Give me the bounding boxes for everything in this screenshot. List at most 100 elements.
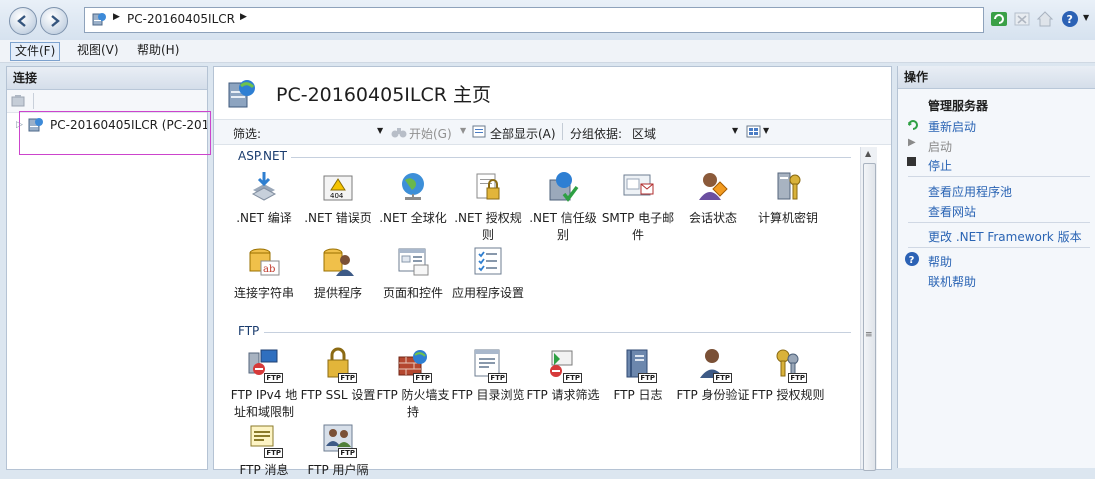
feature-ftp-directory-browsing[interactable]: FTP FTP 目录浏览 <box>450 347 526 404</box>
page-title: PC-20160405ILCR 主页 <box>276 84 491 106</box>
start-icon: ▶ <box>908 137 916 148</box>
group-divider <box>291 157 851 158</box>
help-dropdown-icon[interactable]: ▼ <box>1083 13 1089 22</box>
back-button[interactable] <box>9 7 37 35</box>
feature-net-error-pages[interactable]: 404 .NET 错误页 <box>300 170 376 227</box>
trust-level-icon <box>549 172 579 202</box>
globe-icon <box>402 173 424 200</box>
filter-toolbar: 筛选: ▼ 开始(G) ▼ 全部显示(A) 分组依据: 区域 ▼ ▼ <box>214 119 891 145</box>
connections-pane: 连接 ▷ PC-20160405ILCR (PC-2016 <box>6 66 211 470</box>
feature-ftp-firewall-support[interactable]: FTP FTP 防火墙支持 <box>375 347 451 421</box>
breadcrumb-arrow-icon: ▶ <box>113 12 120 22</box>
feature-net-trust-levels[interactable]: .NET 信任级别 <box>525 170 601 244</box>
ftp-badge: FTP <box>338 448 357 458</box>
feature-machine-key[interactable]: 计算机密钥 <box>750 170 826 227</box>
ftp-badge: FTP <box>338 373 357 383</box>
feature-ftp-ipv4-restrictions[interactable]: FTP FTP IPv4 地址和域限制 <box>226 347 302 421</box>
refresh-icon[interactable] <box>990 10 1008 28</box>
change-framework-link[interactable]: 更改 .NET Framework 版本 <box>928 228 1082 245</box>
view-mode-dropdown-icon[interactable]: ▼ <box>763 126 769 135</box>
start-dropdown-icon[interactable]: ▼ <box>460 126 466 135</box>
breadcrumb-arrow-icon[interactable]: ▶ <box>240 12 247 22</box>
feature-ftp-authorization-rules[interactable]: FTP FTP 授权规则 <box>750 347 826 404</box>
svg-text:ab: ab <box>263 264 275 275</box>
separator <box>908 222 1090 223</box>
feature-smtp-email[interactable]: SMTP 电子邮件 <box>600 170 676 244</box>
svg-text:404: 404 <box>330 192 344 200</box>
ftp-badge: FTP <box>638 373 657 383</box>
feature-ftp-messages[interactable]: FTP FTP 消息 <box>226 422 302 479</box>
feature-ftp-ssl-settings[interactable]: FTP FTP SSL 设置 <box>300 347 376 404</box>
scrollbar-thumb[interactable]: ≡ <box>863 163 876 471</box>
address-field[interactable]: ▶ PC-20160405ILCR ▶ <box>84 7 984 33</box>
online-help-link[interactable]: 联机帮助 <box>928 273 976 290</box>
address-path: PC-20160405ILCR <box>127 12 235 26</box>
menu-view[interactable]: 视图(V) <box>73 42 123 59</box>
home-icon[interactable] <box>1036 10 1054 28</box>
start-filter-button[interactable]: 开始(G) <box>409 125 452 142</box>
feature-ftp-logging[interactable]: FTP FTP 日志 <box>600 347 676 404</box>
feature-ftp-authentication[interactable]: FTP FTP 身份验证 <box>675 347 751 404</box>
session-state-icon <box>699 173 728 200</box>
manage-server-header: 管理服务器 <box>928 99 989 113</box>
error-page-icon: 404 <box>323 175 353 201</box>
feature-pages-and-controls[interactable]: 页面和控件 <box>375 245 451 302</box>
help-icon[interactable]: ? <box>1061 10 1079 28</box>
stop-icon <box>907 157 916 166</box>
vertical-scrollbar[interactable]: ▲ ≡ <box>860 147 877 471</box>
ftp-badge: FTP <box>264 448 283 458</box>
home-pane: PC-20160405ILCR 主页 筛选: ▼ 开始(G) ▼ 全部显示(A)… <box>213 66 892 477</box>
feature-application-settings[interactable]: 应用程序设置 <box>450 245 526 302</box>
menu-file[interactable]: 文件(F) <box>10 42 61 61</box>
connections-header: 连接 <box>7 67 207 90</box>
group-by-label: 分组依据: <box>570 127 623 141</box>
actions-pane: 操作 管理服务器 重新启动 ▶ 启动 停止 查看应用程序池 查看网站 更改 .N… <box>897 66 1095 468</box>
feature-net-globalization[interactable]: .NET 全球化 <box>375 170 451 227</box>
view-app-pools-link[interactable]: 查看应用程序池 <box>928 183 1012 200</box>
stop-link[interactable]: 停止 <box>928 157 952 174</box>
server-icon <box>92 13 106 26</box>
machine-key-icon <box>777 172 801 200</box>
grip-icon: ≡ <box>865 330 873 340</box>
view-mode-icon[interactable] <box>746 125 762 139</box>
compile-icon <box>251 172 277 201</box>
restart-icon <box>908 120 918 130</box>
tree-node-server[interactable]: PC-20160405ILCR (PC-2016 <box>50 118 207 132</box>
scroll-up-icon[interactable]: ▲ <box>865 149 871 158</box>
svg-text:?: ? <box>1067 13 1073 26</box>
group-header-ftp: FTP <box>238 324 260 338</box>
menu-bar: 文件(F) 视图(V) 帮助(H) <box>0 40 1095 63</box>
connection-string-icon: ab <box>249 248 280 276</box>
svg-text:?: ? <box>909 255 915 266</box>
actions-header: 操作 <box>898 66 1095 89</box>
feature-net-authorization-rules[interactable]: .NET 授权规则 <box>450 170 526 244</box>
ftp-badge: FTP <box>413 373 432 383</box>
filter-input[interactable] <box>267 122 384 140</box>
separator <box>908 247 1090 248</box>
group-divider <box>264 332 851 333</box>
restart-link[interactable]: 重新启动 <box>928 118 976 135</box>
feature-net-compilation[interactable]: .NET 编译 <box>226 170 302 227</box>
show-all-button[interactable]: 全部显示(A) <box>490 125 556 142</box>
help-link[interactable]: 帮助 <box>928 253 952 270</box>
filter-dropdown-icon[interactable]: ▼ <box>377 126 383 135</box>
feature-connection-strings[interactable]: ab 连接字符串 <box>226 245 302 302</box>
stop-icon[interactable] <box>1013 10 1031 28</box>
ftp-badge: FTP <box>488 373 507 383</box>
feature-session-state[interactable]: 会话状态 <box>675 170 751 227</box>
feature-providers[interactable]: 提供程序 <box>300 245 376 302</box>
help-icon: ? <box>905 252 919 266</box>
view-sites-link[interactable]: 查看网站 <box>928 203 976 220</box>
start-link[interactable]: 启动 <box>928 138 952 155</box>
menu-help[interactable]: 帮助(H) <box>133 42 183 59</box>
forward-arrow-icon <box>51 15 60 27</box>
connect-icon[interactable] <box>11 94 27 108</box>
tree-expand-icon[interactable]: ▷ <box>16 120 23 130</box>
forward-button[interactable] <box>40 7 68 35</box>
feature-ftp-request-filtering[interactable]: FTP FTP 请求筛选 <box>525 347 601 404</box>
back-arrow-icon <box>17 15 26 27</box>
email-icon <box>623 174 654 196</box>
group-by-select[interactable]: 区域 ▼ <box>627 122 740 141</box>
server-home-icon <box>228 80 255 108</box>
feature-ftp-user-isolation[interactable]: FTP FTP 用户隔 <box>300 422 376 479</box>
